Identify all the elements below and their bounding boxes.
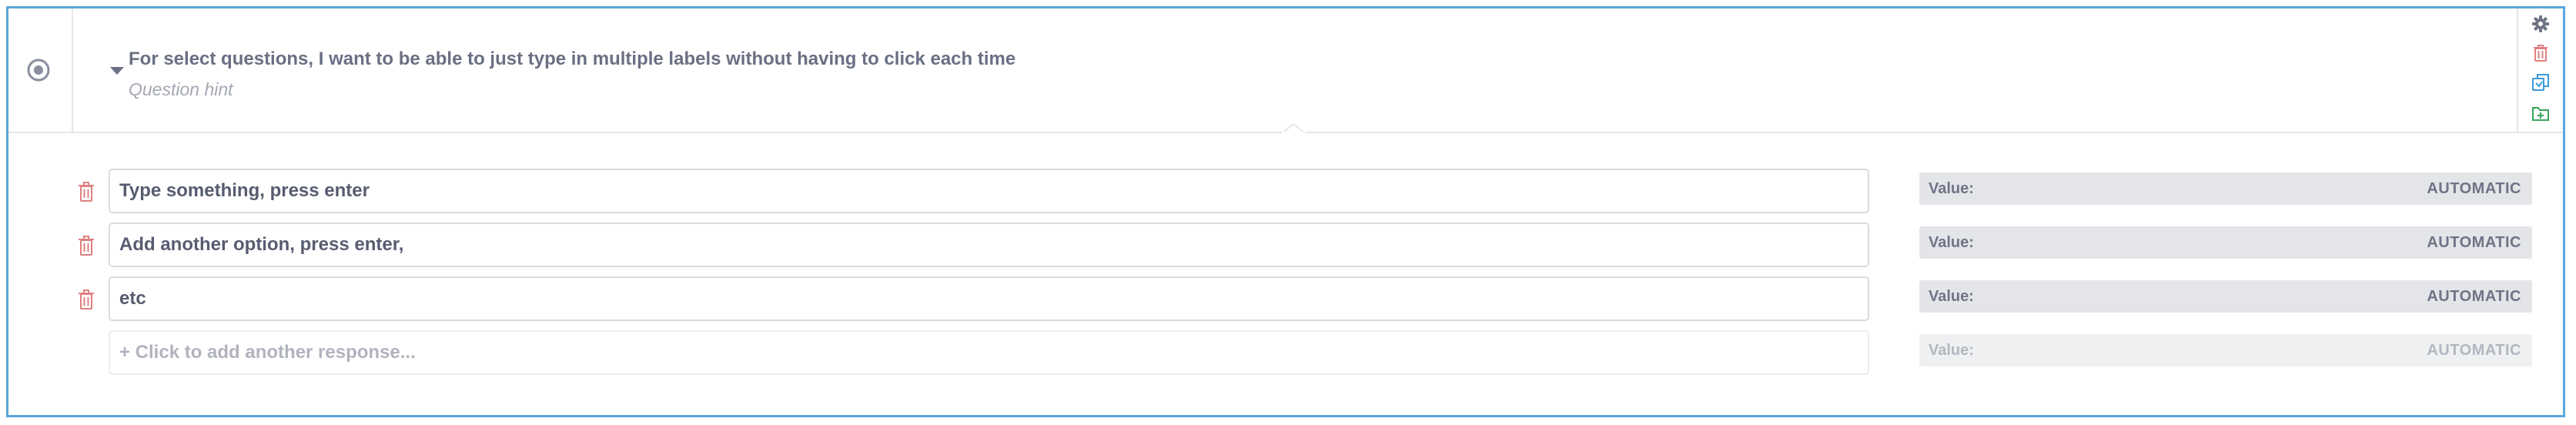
value-label: Value:	[1929, 287, 1974, 305]
value-automatic: AUTOMATIC	[2427, 287, 2521, 305]
option-value-field[interactable]: Value: AUTOMATIC	[1919, 226, 2532, 259]
option-label-input[interactable]	[109, 276, 1869, 321]
question-label[interactable]: For select questions, I want to be able …	[129, 49, 1015, 70]
question-tools	[2517, 8, 2563, 132]
caret-down-icon[interactable]	[110, 67, 124, 75]
value-label: Value:	[1929, 233, 1974, 251]
add-response-button[interactable]: + Click to add another response...	[109, 330, 1869, 375]
trash-icon[interactable]	[2531, 44, 2550, 62]
duplicate-icon[interactable]	[2531, 73, 2550, 92]
radio-icon	[27, 59, 50, 82]
add-option-value-field[interactable]: Value: AUTOMATIC	[1919, 334, 2532, 366]
question-title-area: For select questions, I want to be able …	[72, 8, 2518, 132]
question-type-cell[interactable]	[8, 8, 73, 132]
add-option-row: + Click to add another response... Value…	[8, 330, 2563, 376]
question-hint[interactable]: Question hint	[129, 79, 233, 100]
value-automatic: AUTOMATIC	[2427, 179, 2521, 197]
option-row: Value: AUTOMATIC	[8, 276, 2563, 323]
question-card: For select questions, I want to be able …	[6, 6, 2565, 417]
gear-icon[interactable]	[2531, 15, 2550, 33]
options-list: Value: AUTOMATIC Value: AUTOMATIC	[8, 133, 2563, 415]
option-label-input[interactable]	[109, 169, 1869, 213]
value-label: Value:	[1929, 179, 1974, 197]
option-row: Value: AUTOMATIC	[8, 169, 2563, 215]
option-row: Value: AUTOMATIC	[8, 223, 2563, 269]
value-label: Value:	[1929, 341, 1974, 359]
delete-option-trash-icon[interactable]	[77, 181, 95, 202]
option-value-field[interactable]: Value: AUTOMATIC	[1919, 172, 2532, 205]
delete-option-trash-icon[interactable]	[77, 289, 95, 310]
option-value-field[interactable]: Value: AUTOMATIC	[1919, 280, 2532, 313]
option-label-input[interactable]	[109, 223, 1869, 267]
question-header: For select questions, I want to be able …	[8, 8, 2563, 133]
delete-option-trash-icon[interactable]	[77, 235, 95, 256]
value-automatic: AUTOMATIC	[2427, 233, 2521, 251]
add-to-library-icon[interactable]	[2531, 104, 2550, 122]
value-automatic: AUTOMATIC	[2427, 341, 2521, 359]
